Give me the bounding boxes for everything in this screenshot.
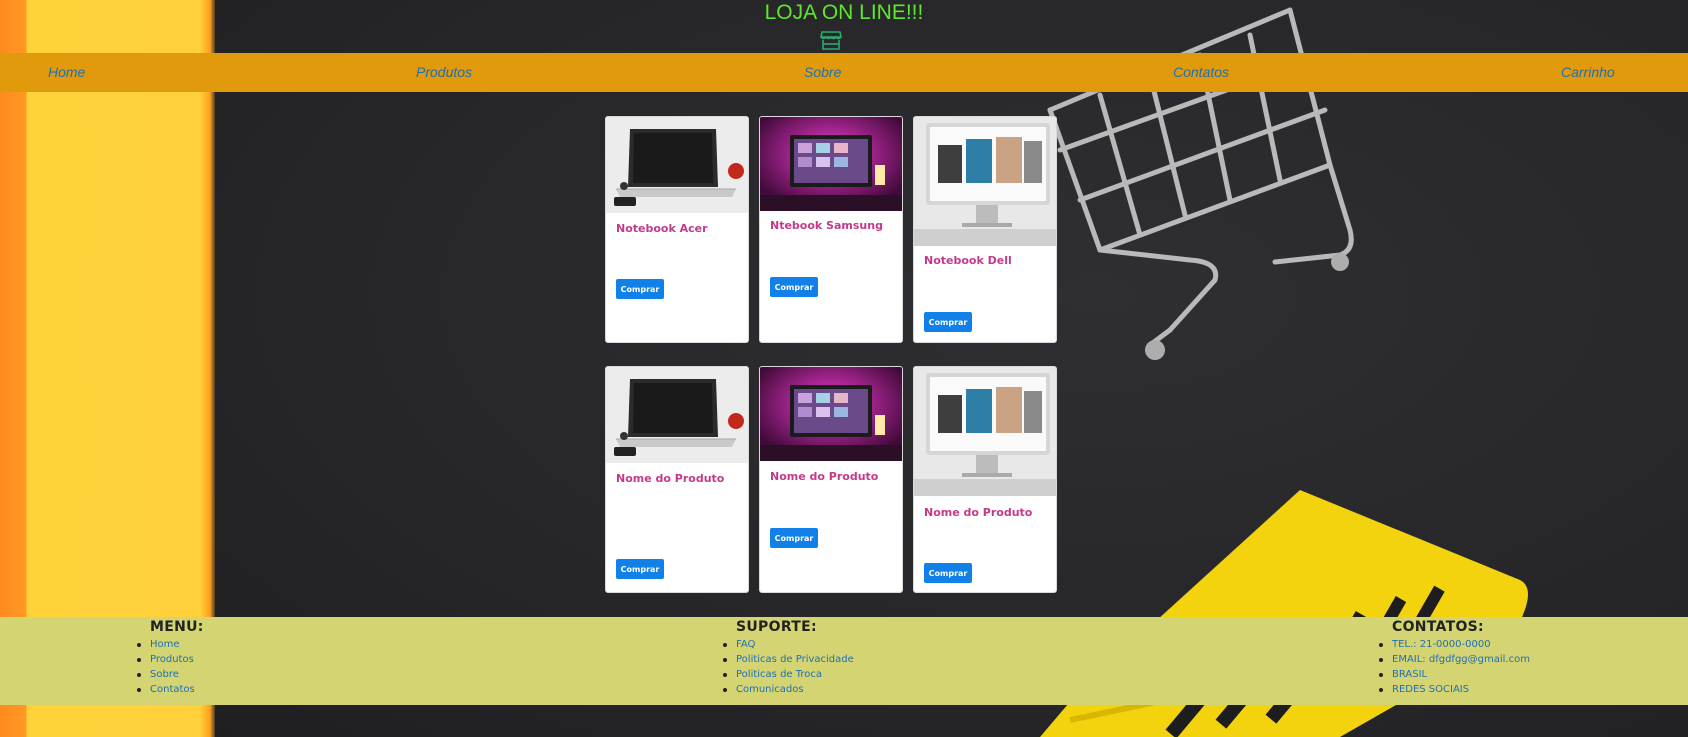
footer-link-troca[interactable]: Politicas de Troca [736,669,822,680]
product-card: Ntebook Samsung Comprar [759,116,903,343]
product-card: Notebook Dell Comprar [913,116,1057,343]
footer-suporte-item: Comunicados [723,682,854,697]
footer-menu-item: Sobre [137,667,204,682]
footer-menu-item: Contatos [137,682,204,697]
footer-suporte-heading: SUPORTE: [736,619,817,635]
footer-contact-country[interactable]: BRASIL [1392,669,1427,680]
footer-contatos-item: EMAIL: dfgdfgg@gmail.com [1379,652,1530,667]
footer-contact-email[interactable]: EMAIL: dfgdfgg@gmail.com [1392,654,1530,665]
product-image [914,367,1056,496]
footer-menu-section: MENU: Home Produtos Sobre Contatos [137,617,204,697]
nav-item-sobre[interactable]: Sobre [804,64,841,80]
site-header: LOJA ON LINE!!! [0,0,1688,53]
buy-button[interactable]: Comprar [616,279,664,299]
footer-link-produtos[interactable]: Produtos [150,654,194,665]
product-card: Nome do Produto Comprar [759,366,903,593]
buy-button[interactable]: Comprar [924,312,972,332]
footer-link-sobre[interactable]: Sobre [150,669,179,680]
buy-button[interactable]: Comprar [616,559,664,579]
footer-contatos-item: TEL.: 21-0000-0000 [1379,637,1530,652]
product-image [760,367,902,461]
footer-menu-item: Home [137,637,204,652]
footer-contatos-section: CONTATOS: TEL.: 21-0000-0000 EMAIL: dfgd… [1379,617,1530,697]
footer-link-contatos[interactable]: Contatos [150,684,195,695]
footer-menu-heading: MENU: [150,619,204,635]
footer-contatos-item: BRASIL [1379,667,1530,682]
footer-link-comunicados[interactable]: Comunicados [736,684,804,695]
site-footer: MENU: Home Produtos Sobre Contatos SUPOR… [0,617,1688,705]
nav-item-home[interactable]: Home [48,64,85,80]
footer-contact-social[interactable]: REDES SOCIAIS [1392,684,1469,695]
product-card: Nome do Produto Comprar [605,366,749,593]
footer-contatos-heading: CONTATOS: [1392,619,1484,635]
nav-item-contatos[interactable]: Contatos [1173,64,1229,80]
product-card: Notebook Acer Comprar [605,116,749,343]
product-name: Notebook Dell [924,254,1012,267]
footer-link-home[interactable]: Home [150,639,180,650]
product-name: Nome do Produto [616,472,725,485]
footer-link-faq[interactable]: FAQ [736,639,755,650]
product-image [606,117,748,213]
buy-button[interactable]: Comprar [770,528,818,548]
footer-suporte-item: Politicas de Privacidade [723,652,854,667]
buy-button[interactable]: Comprar [924,563,972,583]
product-card: Nome do Produto Comprar [913,366,1057,593]
footer-suporte-item: FAQ [723,637,854,652]
product-name: Nome do Produto [770,470,879,483]
product-name: Notebook Acer [616,222,708,235]
main-nav: Home Produtos Sobre Contatos Carrinho [0,53,1688,92]
store-icon [820,31,842,50]
site-title: LOJA ON LINE!!! [764,1,924,24]
buy-button[interactable]: Comprar [770,277,818,297]
footer-menu-item: Produtos [137,652,204,667]
product-name: Ntebook Samsung [770,219,883,232]
nav-item-carrinho[interactable]: Carrinho [1561,64,1615,80]
footer-contatos-list: TEL.: 21-0000-0000 EMAIL: dfgdfgg@gmail.… [1379,637,1530,697]
product-image [914,117,1056,246]
footer-contact-phone[interactable]: TEL.: 21-0000-0000 [1392,639,1491,650]
product-image [606,367,748,463]
footer-suporte-list: FAQ Politicas de Privacidade Politicas d… [723,637,854,697]
product-image [760,117,902,211]
footer-menu-list: Home Produtos Sobre Contatos [137,637,204,697]
footer-link-privacidade[interactable]: Politicas de Privacidade [736,654,854,665]
nav-item-produtos[interactable]: Produtos [416,64,472,80]
footer-suporte-item: Politicas de Troca [723,667,854,682]
footer-suporte-section: SUPORTE: FAQ Politicas de Privacidade Po… [723,617,854,697]
product-name: Nome do Produto [924,506,1033,519]
footer-contatos-item: REDES SOCIAIS [1379,682,1530,697]
